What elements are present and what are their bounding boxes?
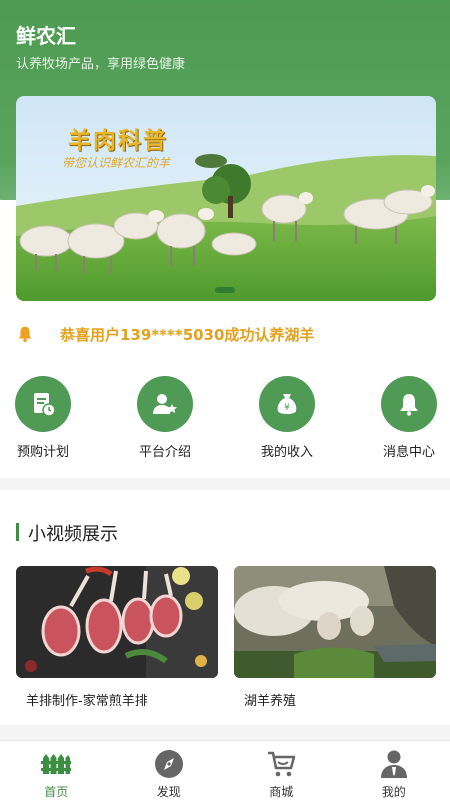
video-caption: 湖羊养殖	[244, 694, 297, 709]
notice-text: 恭喜用户139****5030成功认养湖羊	[60, 325, 315, 344]
video-thumbnail[interactable]	[234, 566, 436, 678]
compass-icon	[154, 749, 184, 779]
app-title: 鲜农汇	[16, 24, 76, 48]
menu-item-message-center[interactable]: 消息中心	[369, 376, 449, 460]
tab-home[interactable]: 首页	[0, 741, 113, 800]
menu-label: 预购计划	[16, 445, 69, 460]
video-caption: 羊排制作-家常煎羊排	[26, 694, 148, 709]
tab-discover[interactable]: 发现	[113, 741, 226, 800]
section-title: 小视频展示	[28, 524, 118, 545]
app-subtitle: 认养牧场产品，享用绿色健康	[16, 57, 186, 72]
bottom-tab-bar: 首页 发现 商城 我的	[0, 740, 450, 800]
video-card-sheep-farming[interactable]: 湖羊养殖	[234, 566, 436, 709]
menu-item-my-income[interactable]: ¥ 我的收入	[247, 376, 327, 460]
banner-carousel[interactable]: 羊肉科普 带您认识鲜农汇的羊	[16, 96, 436, 301]
tab-label: 商城	[269, 785, 294, 799]
video-card-lamb-chops[interactable]: 羊排制作-家常煎羊排	[16, 566, 218, 709]
bell-icon	[381, 376, 437, 432]
tab-mine[interactable]: 我的	[338, 741, 450, 800]
menu-item-platform-intro[interactable]: 平台介绍	[125, 376, 205, 460]
banner-subtitle: 带您认识鲜农汇的羊	[62, 156, 171, 170]
carousel-indicator[interactable]	[215, 287, 235, 293]
section-divider	[0, 725, 450, 740]
cart-icon	[266, 749, 296, 779]
section-marker	[16, 523, 19, 541]
banner-title: 羊肉科普	[68, 127, 168, 154]
menu-label: 我的收入	[260, 445, 313, 460]
user-star-icon	[137, 376, 193, 432]
video-thumbnail[interactable]	[16, 566, 218, 678]
notice-bar[interactable]: 恭喜用户139****5030成功认养湖羊	[16, 320, 436, 348]
menu-label: 平台介绍	[138, 445, 191, 460]
tab-label: 首页	[44, 785, 69, 799]
tab-label: 我的	[381, 785, 406, 799]
section-divider	[0, 478, 450, 490]
farm-fence-icon	[41, 749, 72, 779]
tab-label: 发现	[156, 785, 181, 799]
video-section: 小视频展示 羊排制作-家常煎羊排 湖羊养殖	[0, 490, 450, 725]
bell-icon	[18, 326, 32, 343]
svg-text:¥: ¥	[284, 403, 290, 413]
tab-mall[interactable]: 商城	[225, 741, 338, 800]
user-icon	[379, 749, 409, 779]
money-bag-icon: ¥	[259, 376, 315, 432]
document-clock-icon	[15, 376, 71, 432]
menu-item-preorder[interactable]: 预购计划	[3, 376, 83, 460]
quick-menu: 预购计划 平台介绍 ¥ 我的收入 消息中心	[0, 376, 450, 466]
menu-label: 消息中心	[382, 445, 435, 460]
